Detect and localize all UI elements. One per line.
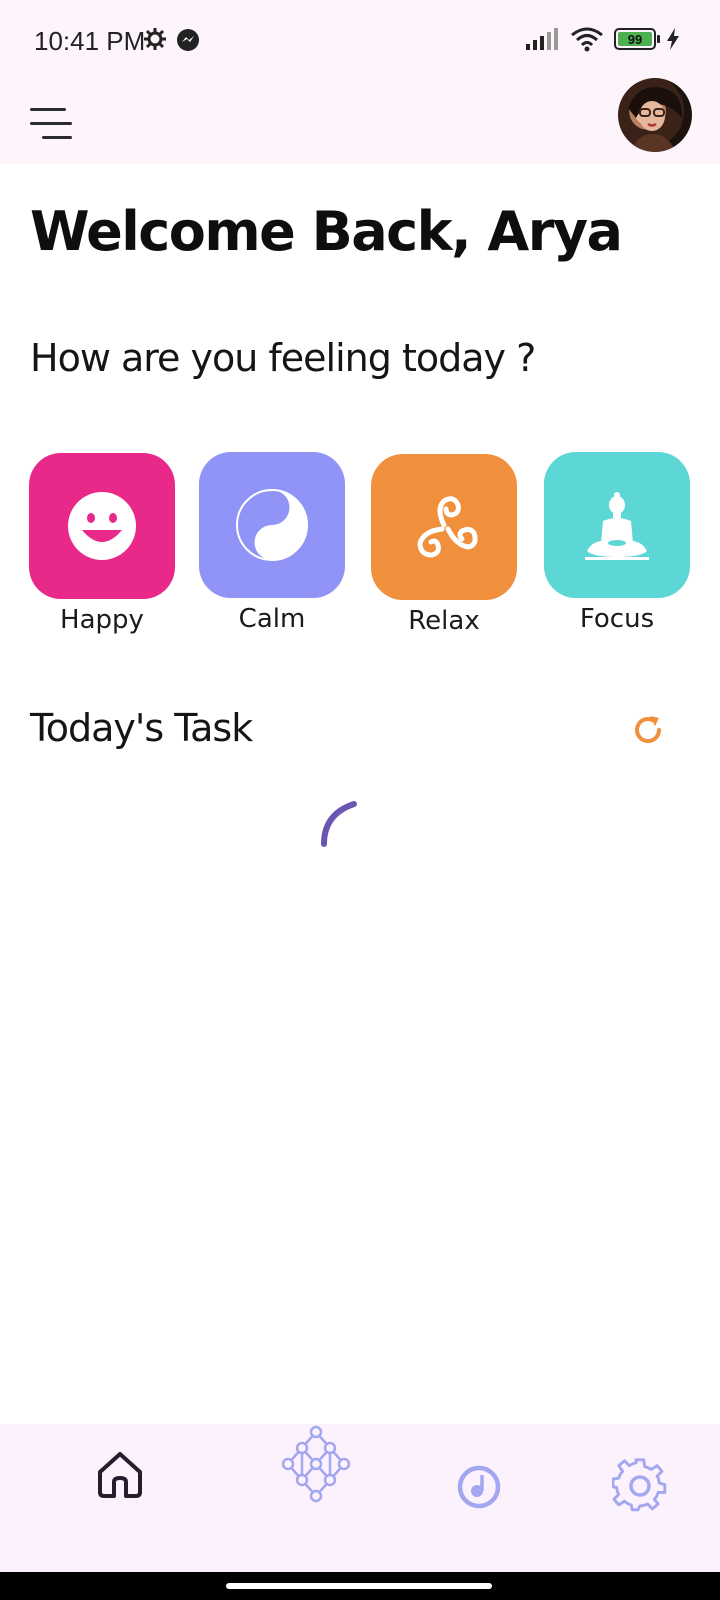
nav-network[interactable] [280, 1424, 360, 1509]
charging-icon [667, 28, 679, 50]
mood-label: Focus [579, 604, 655, 634]
nav-home[interactable] [94, 1448, 146, 1505]
music-icon [457, 1465, 501, 1509]
mood-label: Happy [60, 605, 144, 635]
status-indicators: 99 [526, 26, 680, 52]
status-bar: 10:41 PM 99 [0, 0, 720, 80]
mood-tile [371, 454, 517, 600]
refresh-button[interactable] [630, 712, 666, 748]
mood-calm[interactable]: Calm [199, 452, 345, 634]
settings-icon [611, 1458, 667, 1512]
buddha-icon [585, 492, 649, 560]
loading-spinner [318, 800, 360, 848]
mood-tile [199, 452, 345, 598]
nav-settings[interactable] [611, 1458, 668, 1519]
status-time: 10:41 PM [34, 26, 146, 56]
neural-network-icon [281, 1425, 351, 1503]
app-bar [0, 80, 720, 164]
avatar-image [628, 87, 683, 152]
menu-icon [30, 108, 66, 111]
menu-icon-line [42, 136, 72, 139]
menu-button[interactable] [28, 94, 78, 144]
battery-level: 99 [618, 32, 652, 47]
welcome-heading: Welcome Back, Arya [30, 200, 623, 263]
triskelion-icon [417, 496, 478, 558]
home-icon [98, 1452, 142, 1498]
tasks-heading: Today's Task [30, 706, 253, 750]
mood-happy[interactable]: Happy [29, 453, 175, 635]
mood-label: Calm [238, 604, 306, 634]
wifi-icon [571, 27, 603, 52]
nav-music[interactable] [456, 1464, 502, 1515]
mood-prompt: How are you feeling today ? [30, 336, 536, 380]
signal-icon [526, 28, 558, 50]
smiley-icon [68, 492, 136, 560]
gear-icon [144, 28, 166, 50]
battery-icon: 99 [614, 28, 660, 50]
mood-relax[interactable]: Relax [371, 454, 517, 636]
menu-icon-line [30, 122, 72, 125]
refresh-icon [635, 716, 661, 743]
messenger-icon [177, 29, 199, 51]
gesture-bar [0, 1572, 720, 1600]
bottom-navigation [0, 1424, 720, 1574]
profile-avatar[interactable] [618, 78, 692, 152]
mood-tile [29, 453, 175, 599]
spinner-icon [321, 801, 357, 847]
mood-tile [544, 452, 690, 598]
mood-focus[interactable]: Focus [544, 452, 690, 634]
mood-label: Relax [408, 606, 480, 636]
yin-yang-icon [236, 489, 308, 561]
home-gesture-pill[interactable] [226, 1583, 492, 1589]
